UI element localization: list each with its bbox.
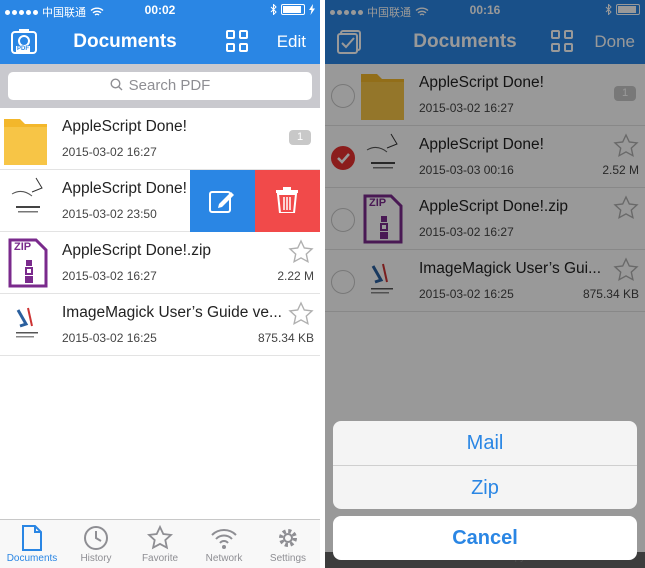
documents-edit-screen: 中国联通 00:16 Documents Done AppleScript Do… bbox=[325, 0, 645, 568]
file-date: 2015-03-02 23:50 bbox=[62, 207, 157, 221]
file-size: 875.34 KB bbox=[257, 331, 314, 345]
zip-button[interactable]: Zip bbox=[333, 465, 637, 509]
battery-icon bbox=[281, 4, 305, 15]
status-bar: 中国联通 00:02 bbox=[0, 0, 320, 20]
tab-bar: Documents History Favorite Network Setti… bbox=[0, 519, 320, 568]
list-item[interactable]: ImageMagick User’s Guide ve... 2015-03-0… bbox=[0, 294, 320, 356]
tab-settings[interactable]: Settings bbox=[256, 520, 320, 568]
file-name: AppleScript Done!.zip bbox=[62, 242, 212, 259]
tab-network[interactable]: Network bbox=[192, 520, 256, 568]
list-item[interactable]: AppleScript Done! 2015-03-02 16:27 1 bbox=[0, 108, 320, 170]
star-icon bbox=[147, 525, 173, 550]
pdf-thumbnail-icon bbox=[8, 300, 48, 350]
documents-screen: 中国联通 00:02 PDF Documents Edit Search PDF bbox=[0, 0, 320, 568]
favorite-star-icon[interactable] bbox=[288, 239, 314, 265]
rename-button[interactable] bbox=[190, 170, 255, 232]
zip-label: ZIP bbox=[14, 241, 32, 253]
action-sheet: Mail Zip bbox=[333, 421, 637, 509]
mail-button[interactable]: Mail bbox=[333, 421, 637, 465]
file-name: ImageMagick User’s Guide ve... bbox=[62, 304, 282, 321]
item-count-badge: 1 bbox=[289, 130, 311, 145]
pdf-thumbnail-icon bbox=[8, 176, 48, 226]
list-item[interactable]: ZIP AppleScript Done!.zip 2015-03-02 16:… bbox=[0, 232, 320, 294]
search-bar: Search PDF bbox=[0, 64, 320, 108]
wifi-icon bbox=[211, 529, 237, 549]
file-date: 2015-03-02 16:27 bbox=[62, 269, 157, 283]
search-input[interactable]: Search PDF bbox=[8, 72, 312, 100]
file-size: 2.22 M bbox=[277, 269, 314, 283]
tab-label: Settings bbox=[269, 553, 307, 564]
file-name: AppleScript Done! bbox=[62, 118, 187, 135]
document-icon bbox=[22, 525, 42, 551]
tab-favorite[interactable]: Favorite bbox=[128, 520, 192, 568]
charging-icon bbox=[309, 4, 315, 15]
search-placeholder: Search PDF bbox=[128, 77, 211, 94]
tab-documents[interactable]: Documents bbox=[0, 520, 64, 568]
tab-label: History bbox=[80, 553, 112, 564]
clock-icon bbox=[84, 526, 108, 550]
nav-bar: PDF Documents Edit bbox=[0, 20, 320, 64]
bluetooth-icon bbox=[270, 4, 277, 15]
edit-button[interactable]: Edit bbox=[277, 32, 306, 52]
grid-view-icon[interactable] bbox=[226, 30, 248, 52]
search-icon bbox=[110, 78, 123, 91]
tab-label: Favorite bbox=[141, 553, 179, 564]
tab-history[interactable]: History bbox=[64, 520, 128, 568]
tab-label: Documents bbox=[6, 553, 58, 564]
delete-button[interactable] bbox=[255, 170, 320, 232]
gear-icon bbox=[279, 529, 297, 547]
folder-icon bbox=[4, 119, 47, 165]
tab-label: Network bbox=[205, 553, 243, 564]
list-item-swiped[interactable]: AppleScript Done! 2015-03-02 23:50 bbox=[0, 170, 320, 232]
edit-icon bbox=[209, 191, 234, 213]
page-title: Documents bbox=[73, 31, 177, 52]
trash-icon bbox=[276, 187, 298, 213]
cancel-button[interactable]: Cancel bbox=[333, 516, 637, 560]
file-date: 2015-03-02 16:27 bbox=[62, 145, 157, 159]
favorite-star-icon[interactable] bbox=[288, 301, 314, 327]
file-date: 2015-03-02 16:25 bbox=[62, 331, 157, 345]
file-name: AppleScript Done! bbox=[62, 180, 187, 197]
